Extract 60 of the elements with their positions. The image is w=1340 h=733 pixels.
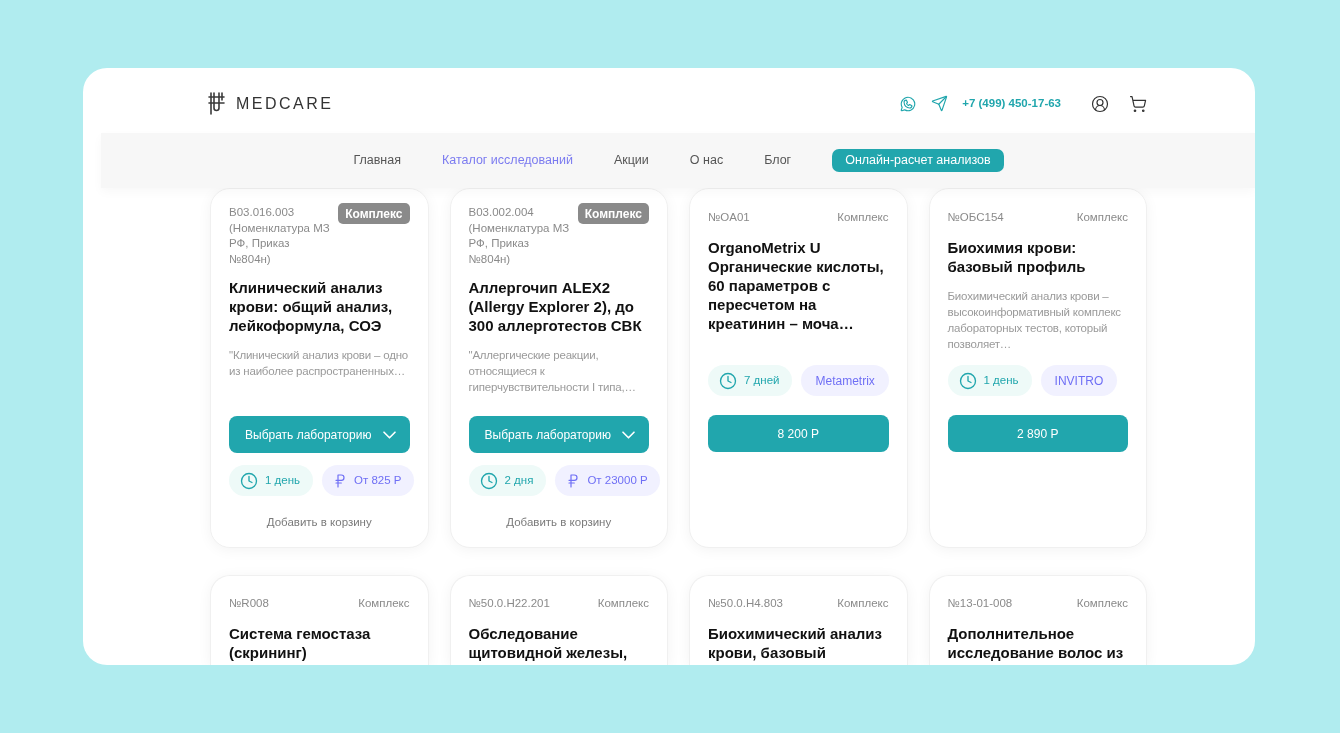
add-to-cart-link[interactable]: Добавить в корзину [266,514,372,530]
clock-icon [958,371,977,390]
chat-phone-icon[interactable] [899,94,918,113]
price-text: От 825 Р [354,472,402,488]
nav-link[interactable]: Главная [353,151,401,170]
test-code: №ОБС154 [947,210,1004,225]
test-description: Биохимический анализ крови – высокоинформативный комплекс лабораторных тестов, который позволяет… [947,289,1122,352]
test-title: Клинический анализ крови: общий анализ, лейкоформула, СОЭ [229,278,394,335]
category-label: Комплекс [1076,210,1128,225]
category-label: Комплекс [597,596,649,611]
category-label: Комплекс [1076,596,1128,611]
cart-icon[interactable] [1129,94,1147,113]
category-label: Комплекс [358,596,410,611]
test-title: Дополнительное исследование волос из [947,624,1125,662]
nav-link[interactable]: О нас [689,151,724,170]
lab-tag: INVITRO [1040,365,1118,396]
chevron-down-icon [382,430,396,439]
lab-tag: Metametrix [801,365,889,396]
user-icon[interactable] [1091,94,1109,113]
test-code: №OA01 [708,210,750,225]
duration-text: 1 день [983,372,1019,388]
category-label: Комплекс [837,210,889,225]
choose-lab-button[interactable]: Выбрать лабораторию [468,416,649,453]
price-text: От 23000 Р [587,472,648,488]
clock-icon [240,471,258,490]
test-description: "Клинический анализ крови – одно из наиболее распространенных… [229,348,409,379]
nav-link[interactable]: Каталог исследований [441,151,573,170]
paper-plane-icon[interactable] [931,95,949,112]
test-title: OrganoMetrix U Органические кислоты, 60 параметров с пересчетом на креатинин – моча… [708,238,885,333]
choose-lab-button[interactable]: Выбрать лабораторию [229,416,410,453]
nav-link[interactable]: Акции [613,151,649,170]
phone-link[interactable]: +7 (499) 450-17-63 [962,94,1061,113]
category-badge: Комплекс [338,203,410,224]
test-code: №50.0.H22.201 [468,596,550,611]
category-label: Комплекс [837,596,889,611]
test-code: №50.0.H4.803 [708,596,783,611]
add-to-cart-link[interactable]: Добавить в корзину [506,514,612,530]
test-title: Биохимия крови: базовый профиль [947,238,1087,276]
test-code: B03.016.003 (Номенклатура МЗ РФ, Приказ №804н) [229,205,331,267]
test-title: Аллергочип ALEX2 (Allergy Explorer 2), до 300 аллерготестов СВК [468,278,643,335]
test-title: Система гемостаза (скрининг) [229,624,372,662]
test-tube-logo-icon [208,92,225,115]
clock-icon [479,471,498,490]
nav-link[interactable]: Блог [764,151,792,170]
duration-text: 2 дня [504,472,534,488]
brand-name: MEDCARE [236,93,334,114]
clock-icon [719,371,737,390]
test-description: "Аллергические реакции, относящиеся к гиперчувствительности I типа,… [468,348,637,395]
duration-text: 7 дней [744,372,780,388]
price-button[interactable]: 8 200 Р [708,415,889,452]
test-code: B03.002.004 (Номенклатура МЗ РФ, Приказ №804н) [468,205,571,267]
test-title: Обследование щитовидной железы, [468,624,629,662]
duration-text: 1 день [265,472,301,488]
test-code: №R008 [229,596,269,611]
test-title: Биохимический анализ крови, базовый [708,624,883,662]
online-calc-button[interactable]: Онлайн-расчет анализов [832,149,1004,172]
chevron-down-icon [622,430,635,439]
category-badge: Комплекс [577,203,649,224]
price-button[interactable]: 2 890 Р [947,415,1128,452]
test-code: №13-01-008 [947,596,1013,611]
